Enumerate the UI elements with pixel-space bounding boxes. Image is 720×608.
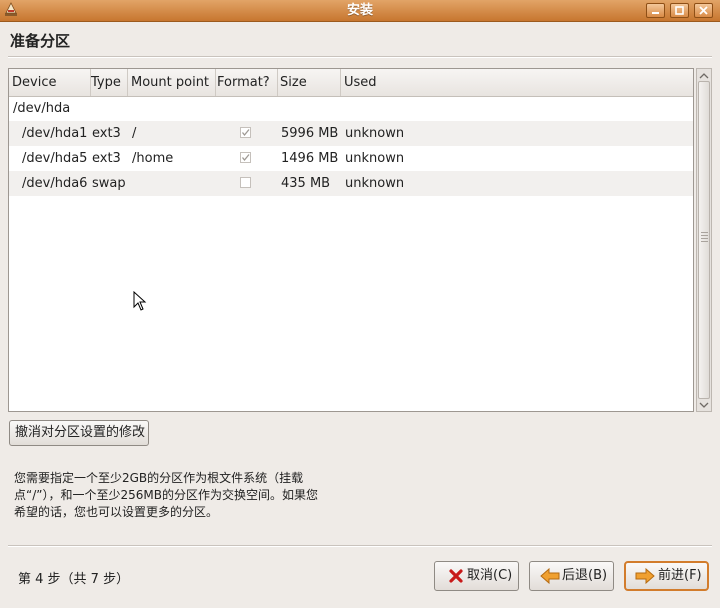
cancel-x-icon <box>449 569 463 583</box>
arrow-right-icon <box>635 568 655 584</box>
back-button-label: 后退(B) <box>562 568 608 583</box>
revert-button-label: 撤消对分区设置的修改 <box>15 425 146 440</box>
revert-partition-changes-button[interactable]: 撤消对分区设置的修改 <box>9 420 149 446</box>
checkmark-icon <box>241 154 250 162</box>
arrow-left-icon <box>540 568 560 584</box>
window-title: 安装 <box>346 3 373 18</box>
cancel-button-label: 取消(C) <box>467 568 513 583</box>
minimize-icon <box>652 12 659 14</box>
column-header-size[interactable]: Size <box>277 69 341 96</box>
used-cell: unknown <box>345 176 405 191</box>
column-header-format[interactable]: Format? <box>214 69 278 96</box>
partition-table[interactable]: Device Type Mount point Format? Size Use… <box>8 68 694 412</box>
maximize-icon <box>675 6 684 15</box>
used-cell: unknown <box>345 151 405 166</box>
instruction-line: 您需要指定一个至少2GB的分区作为根文件系统（挂载 <box>14 471 304 485</box>
size-cell: 5996 MB <box>281 126 339 141</box>
device-group-label: /dev/hda <box>13 101 71 116</box>
instruction-line: 希望的话，您也可以设置更多的分区。 <box>14 505 219 519</box>
maximize-button[interactable] <box>670 3 689 18</box>
scroll-down-icon[interactable] <box>699 400 709 410</box>
close-icon <box>699 6 708 15</box>
instruction-line: 点“/”），和一个至少256MB的分区作为交换空间。如果您 <box>14 488 318 502</box>
title-bar[interactable]: 安装 <box>0 0 720 22</box>
step-indicator: 第 4 步（共 7 步） <box>18 572 130 587</box>
type-cell: ext3 <box>92 126 121 141</box>
minimize-button[interactable] <box>646 3 665 18</box>
forward-button-label: 前进(F) <box>658 568 702 583</box>
table-row[interactable]: /dev/hda6 swap 435 MB unknown <box>9 171 693 196</box>
used-cell: unknown <box>345 126 405 141</box>
page-title: 准备分区 <box>10 32 71 50</box>
column-header-mount-point[interactable]: Mount point <box>128 69 216 96</box>
partition-instructions: 您需要指定一个至少2GB的分区作为根文件系统（挂载 点“/”），和一个至少256… <box>14 470 374 521</box>
column-header-type[interactable]: Type <box>88 69 128 96</box>
mouse-pointer-icon <box>133 291 147 311</box>
table-row[interactable]: /dev/hda1 ext3 / 5996 MB unknown <box>9 121 693 146</box>
format-checkbox[interactable] <box>240 127 251 138</box>
format-checkbox[interactable] <box>240 177 251 188</box>
forward-button[interactable]: 前进(F) <box>624 561 709 591</box>
table-row[interactable]: /dev/hda5 ext3 /home 1496 MB unknown <box>9 146 693 171</box>
checkmark-icon <box>241 129 250 137</box>
size-cell: 1496 MB <box>281 151 339 166</box>
type-cell: swap <box>92 176 126 191</box>
table-header: Device Type Mount point Format? Size Use… <box>9 69 693 97</box>
device-cell: /dev/hda5 <box>22 151 88 166</box>
table-scrollbar[interactable] <box>696 68 712 412</box>
device-cell: /dev/hda1 <box>22 126 88 141</box>
cancel-button[interactable]: 取消(C) <box>434 561 519 591</box>
scrollbar-thumb[interactable] <box>698 81 710 399</box>
heading-separator <box>8 56 712 58</box>
size-cell: 435 MB <box>281 176 331 191</box>
table-row-group[interactable]: /dev/hda <box>9 96 693 121</box>
type-cell: ext3 <box>92 151 121 166</box>
scroll-up-icon[interactable] <box>699 71 709 81</box>
footer-separator <box>8 545 712 547</box>
column-header-device[interactable]: Device <box>9 69 91 96</box>
device-cell: /dev/hda6 <box>22 176 88 191</box>
column-header-used[interactable]: Used <box>341 69 693 96</box>
back-button[interactable]: 后退(B) <box>529 561 614 591</box>
mount-cell: / <box>132 126 137 141</box>
mount-cell: /home <box>132 151 174 166</box>
format-checkbox[interactable] <box>240 152 251 163</box>
grip-icon <box>701 232 708 244</box>
close-button[interactable] <box>694 3 713 18</box>
